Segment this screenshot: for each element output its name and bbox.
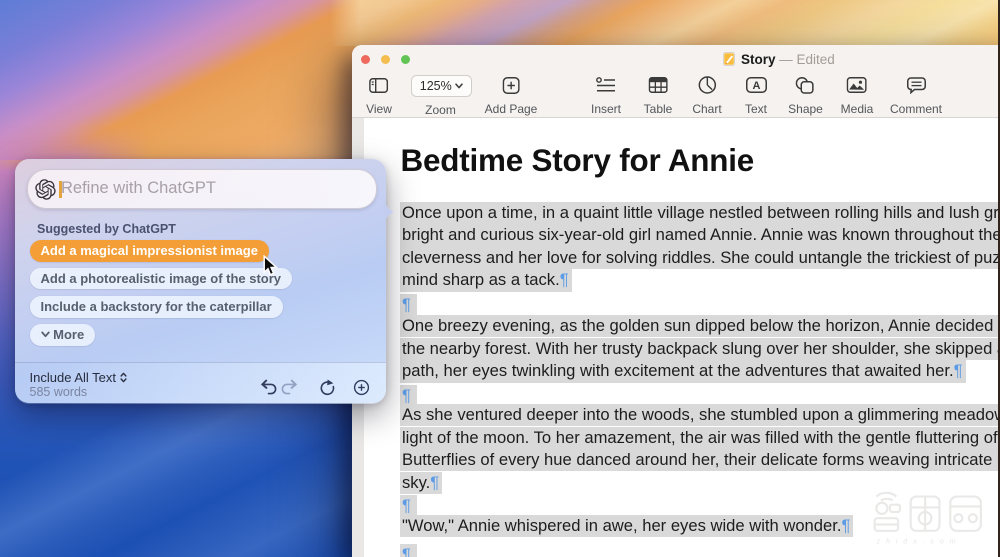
svg-text:A: A [752,80,760,92]
svg-text:zhidx.com: zhidx.com [876,536,962,545]
